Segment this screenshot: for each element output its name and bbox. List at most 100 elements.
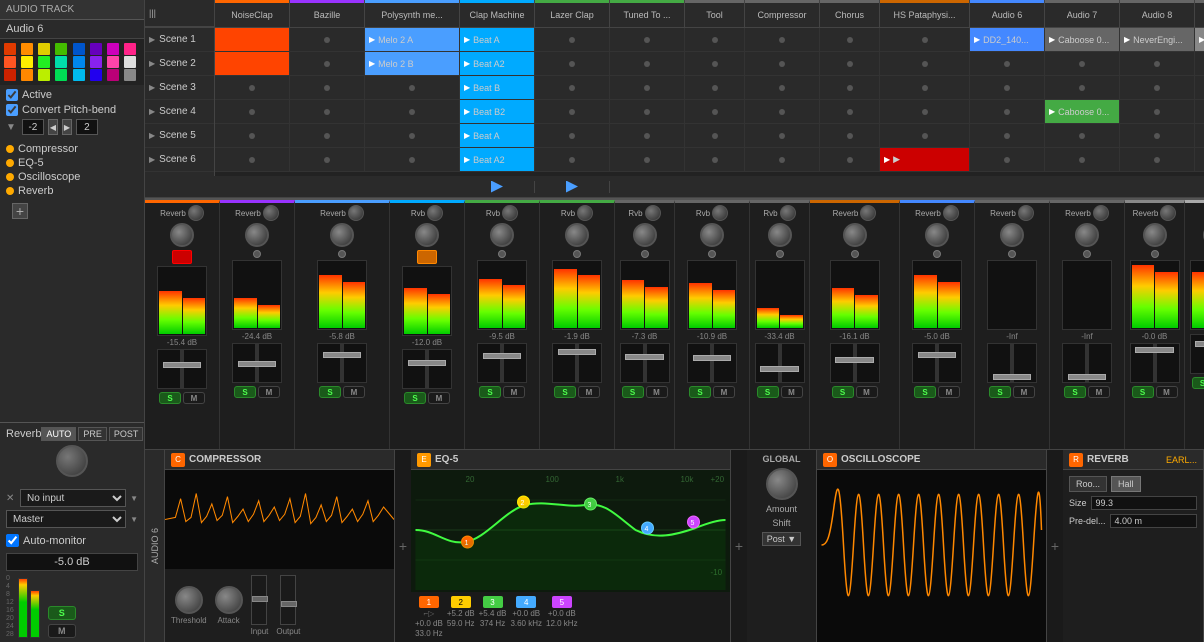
color-cell[interactable] xyxy=(55,56,67,68)
output-select[interactable]: Master xyxy=(6,510,126,528)
pitch-max-value[interactable]: 2 xyxy=(76,119,98,135)
send-btn[interactable]: S xyxy=(1132,386,1154,398)
send-btn[interactable]: S xyxy=(757,386,779,398)
send-btn[interactable]: S xyxy=(832,386,854,398)
eq-type-icon[interactable]: ⌐▷ xyxy=(423,609,434,618)
reverb-knob[interactable] xyxy=(943,205,959,221)
room-btn[interactable]: Roo... xyxy=(1069,476,1107,492)
empty-clip-4-13[interactable] xyxy=(1195,124,1204,147)
size-value[interactable]: 99.3 xyxy=(1091,496,1197,510)
empty-clip-1-8[interactable] xyxy=(820,52,880,75)
fader-handle[interactable] xyxy=(760,366,798,372)
empty-clip-2-11[interactable] xyxy=(1045,76,1120,99)
add-btn-2[interactable]: + xyxy=(731,450,747,642)
fader-handle[interactable] xyxy=(1135,347,1173,353)
empty-clip-2-9[interactable] xyxy=(880,76,970,99)
add-btn-1[interactable]: + xyxy=(395,450,411,642)
main-knob[interactable] xyxy=(245,223,269,247)
main-knob[interactable] xyxy=(1143,223,1167,247)
clip-0-11[interactable]: ▶Caboose 0... xyxy=(1045,28,1120,51)
track-header-polysynthme...[interactable]: Polysynth me... xyxy=(365,0,460,27)
empty-clip-3-2[interactable] xyxy=(365,100,460,123)
hall-btn[interactable]: Hall xyxy=(1111,476,1141,492)
fader-area[interactable] xyxy=(912,343,962,383)
color-cell[interactable] xyxy=(55,43,67,55)
track-header-compressor[interactable]: Compressor xyxy=(745,0,820,27)
mute-btn[interactable]: M xyxy=(781,386,803,398)
color-cell[interactable] xyxy=(55,69,67,81)
fader-area[interactable] xyxy=(402,349,452,389)
main-knob[interactable] xyxy=(843,223,867,247)
fader-handle[interactable] xyxy=(558,349,596,355)
empty-clip-0-8[interactable] xyxy=(820,28,880,51)
empty-clip-3-10[interactable] xyxy=(970,100,1045,123)
clip-0-12[interactable]: ▶NeverEngi... xyxy=(1120,28,1195,51)
empty-clip-5-11[interactable] xyxy=(1045,148,1120,171)
empty-clip-3-1[interactable] xyxy=(290,100,365,123)
empty-clip-1-9[interactable] xyxy=(880,52,970,75)
empty-clip-4-10[interactable] xyxy=(970,124,1045,147)
main-knob[interactable] xyxy=(415,223,439,247)
color-cell[interactable] xyxy=(73,69,85,81)
reverb-knob[interactable] xyxy=(56,445,88,477)
track-header-chorus[interactable]: Chorus xyxy=(820,0,880,27)
attack-knob[interactable] xyxy=(215,586,243,614)
color-cell[interactable] xyxy=(107,69,119,81)
empty-clip-5-4[interactable] xyxy=(535,148,610,171)
fader-area[interactable] xyxy=(830,343,880,383)
color-cell[interactable] xyxy=(107,56,119,68)
device-compressor[interactable]: Compressor xyxy=(6,143,138,155)
send-btn[interactable]: S xyxy=(989,386,1011,398)
output-fader[interactable] xyxy=(280,575,296,625)
clip-0-10[interactable]: ▶DD2_140... xyxy=(970,28,1045,51)
empty-clip-2-6[interactable] xyxy=(685,76,745,99)
auto-monitor-checkbox[interactable] xyxy=(6,534,19,547)
empty-clip-2-7[interactable] xyxy=(745,76,820,99)
fader-handle[interactable] xyxy=(1195,341,1204,347)
empty-clip-4-1[interactable] xyxy=(290,124,365,147)
reverb-knob[interactable] xyxy=(780,205,796,221)
reverb-knob[interactable] xyxy=(263,205,279,221)
main-knob[interactable] xyxy=(633,223,657,247)
main-knob[interactable] xyxy=(565,223,589,247)
reverb-knob[interactable] xyxy=(860,205,876,221)
reverb-knob[interactable] xyxy=(1018,205,1034,221)
empty-clip-0-1[interactable] xyxy=(290,28,365,51)
color-cell[interactable] xyxy=(90,43,102,55)
output-fader-handle[interactable] xyxy=(281,601,297,607)
empty-clip-1-5[interactable] xyxy=(610,52,685,75)
clip-4-3[interactable]: ▶Beat A xyxy=(460,124,535,147)
color-cell[interactable] xyxy=(4,56,16,68)
empty-clip-1-10[interactable] xyxy=(970,52,1045,75)
input-fader[interactable] xyxy=(251,575,267,625)
device-eq5[interactable]: EQ-5 xyxy=(6,157,138,169)
empty-clip-4-12[interactable] xyxy=(1120,124,1195,147)
color-cell[interactable] xyxy=(4,43,16,55)
mute-btn[interactable]: M xyxy=(428,392,450,404)
send-btn[interactable]: S xyxy=(554,386,576,398)
clip-0-3[interactable]: ▶Beat A xyxy=(460,28,535,51)
main-knob[interactable] xyxy=(768,223,792,247)
empty-clip-4-8[interactable] xyxy=(820,124,880,147)
fader-area[interactable] xyxy=(620,343,670,383)
empty-clip-0-9[interactable] xyxy=(880,28,970,51)
fader-handle[interactable] xyxy=(1068,374,1106,380)
mute-btn[interactable]: M xyxy=(503,386,525,398)
empty-clip-5-0[interactable] xyxy=(215,148,290,171)
send-btn[interactable]: S xyxy=(319,386,341,398)
empty-clip-2-13[interactable] xyxy=(1195,76,1204,99)
amount-knob[interactable] xyxy=(766,468,798,500)
fader-area[interactable] xyxy=(687,343,737,383)
track-header-hspataphysi...[interactable]: HS Pataphysi... xyxy=(880,0,970,27)
empty-clip-1-6[interactable] xyxy=(685,52,745,75)
empty-clip-0-5[interactable] xyxy=(610,28,685,51)
empty-clip-5-8[interactable] xyxy=(820,148,880,171)
empty-clip-3-13[interactable] xyxy=(1195,100,1204,123)
clip-active-1-0[interactable] xyxy=(215,52,290,75)
mute-btn[interactable]: M xyxy=(646,386,668,398)
mute-btn[interactable]: M xyxy=(1088,386,1110,398)
empty-clip-1-11[interactable] xyxy=(1045,52,1120,75)
fader-area[interactable] xyxy=(1062,343,1112,383)
empty-clip-5-7[interactable] xyxy=(745,148,820,171)
scene-row-0[interactable]: ▶Scene 1 xyxy=(145,28,214,52)
